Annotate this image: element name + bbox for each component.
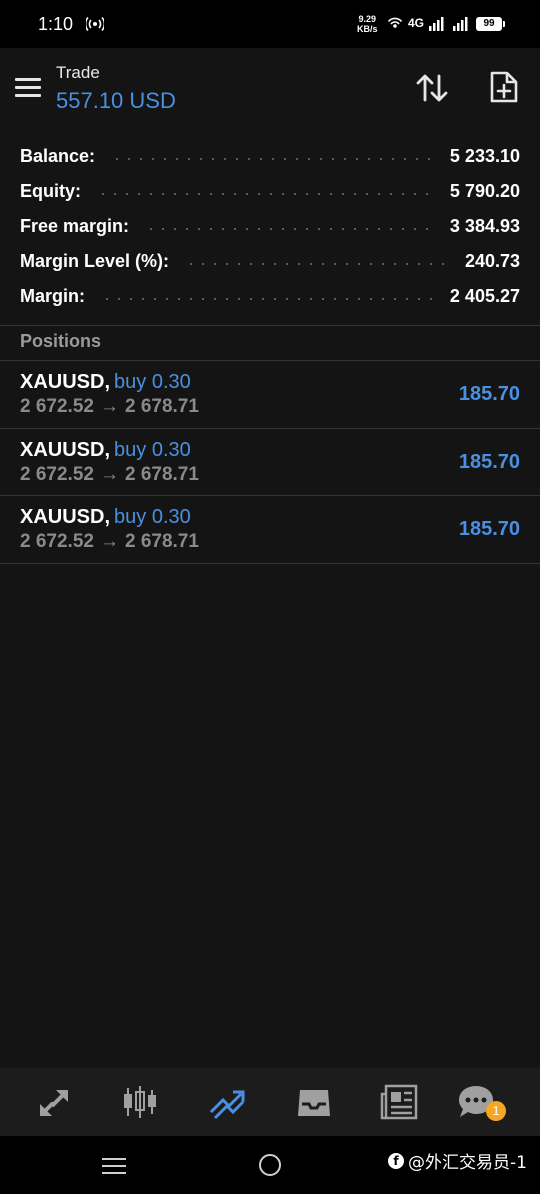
signal-icon-2	[453, 17, 468, 31]
sort-icon[interactable]	[414, 72, 450, 104]
battery-icon: 99	[476, 17, 505, 31]
dot-leader	[145, 228, 434, 230]
position-symbol: XAUUSD,	[20, 371, 111, 393]
summary-row-equity: Equity: 5 790.20	[20, 176, 520, 206]
summary-label: Margin:	[20, 285, 85, 306]
speed-unit: KB/s	[357, 24, 378, 34]
watermark-text: @外汇交易员-1	[408, 1153, 527, 1173]
summary-row-margin: Margin: 2 405.27	[20, 281, 520, 311]
positions-title: Positions	[20, 331, 102, 351]
summary-value: 240.73	[464, 250, 520, 271]
current-price: 2 678.71	[124, 464, 199, 485]
open-price: 2 672.52	[20, 396, 94, 417]
quotes-icon[interactable]	[34, 1082, 74, 1122]
summary-label: Balance:	[20, 145, 96, 166]
open-price: 2 672.52	[20, 531, 94, 552]
status-time: 1:10	[38, 14, 74, 34]
divider	[0, 325, 540, 326]
app-header: Trade 557.10 USD	[0, 48, 540, 128]
position-header: XAUUSD, buy 0.30	[20, 371, 191, 394]
position-prices: 2 672.52 → 2 678.71	[20, 396, 199, 418]
current-price: 2 678.71	[124, 396, 199, 417]
price-arrow: →	[99, 396, 119, 417]
position-profit: 185.70	[458, 518, 520, 540]
position-prices: 2 672.52 → 2 678.71	[20, 531, 199, 553]
price-arrow: →	[99, 464, 119, 485]
divider	[0, 563, 540, 564]
system-nav-bar: f @外汇交易员-1	[0, 1136, 540, 1194]
dot-leader	[101, 298, 434, 300]
menu-icon[interactable]	[15, 78, 41, 98]
position-header: XAUUSD, buy 0.30	[20, 439, 191, 462]
position-side: buy 0.30	[114, 371, 191, 393]
position-row[interactable]: XAUUSD, buy 0.30 2 672.52 → 2 678.71 185.70	[0, 496, 540, 563]
trade-icon[interactable]	[207, 1082, 247, 1122]
summary-value: 2 405.27	[449, 285, 520, 306]
position-side: buy 0.30	[114, 506, 191, 528]
summary-label: Equity:	[20, 180, 81, 201]
summary-row-margin-level: Margin Level (%): 240.73	[20, 246, 520, 276]
price-arrow: →	[99, 531, 119, 552]
current-price: 2 678.71	[124, 531, 199, 552]
position-symbol: XAUUSD,	[20, 506, 111, 528]
summary-row-balance: Balance: 5 233.10	[20, 141, 520, 171]
page-title: Trade	[56, 63, 100, 82]
dot-leader	[185, 263, 449, 265]
position-profit: 185.70	[458, 383, 520, 405]
wifi-icon	[387, 17, 403, 28]
summary-value: 5 790.20	[449, 180, 520, 201]
hotspot-icon	[86, 16, 104, 32]
position-header: XAUUSD, buy 0.30	[20, 506, 191, 529]
position-profit: 185.70	[458, 451, 520, 473]
news-icon[interactable]	[380, 1082, 420, 1122]
speed-value: 9.29	[358, 14, 377, 24]
position-prices: 2 672.52 → 2 678.71	[20, 464, 199, 486]
chart-icon[interactable]	[120, 1082, 160, 1122]
position-row[interactable]: XAUUSD, buy 0.30 2 672.52 → 2 678.71 185.70	[0, 429, 540, 496]
header-balance: 557.10 USD	[56, 88, 176, 113]
facebook-icon: f	[388, 1153, 404, 1169]
summary-label: Free margin:	[20, 215, 130, 236]
summary-row-free-margin: Free margin: 3 384.93	[20, 211, 520, 241]
position-symbol: XAUUSD,	[20, 439, 111, 461]
watermark: f @外汇交易员-1	[388, 1148, 527, 1173]
position-side: buy 0.30	[114, 439, 191, 461]
chat-badge: 1	[486, 1101, 506, 1121]
new-order-icon[interactable]	[488, 70, 520, 104]
summary-value: 3 384.93	[449, 215, 520, 236]
network-speed: 9.29 KB/s	[357, 14, 378, 34]
recents-icon[interactable]	[102, 1158, 126, 1179]
home-icon[interactable]	[259, 1154, 281, 1176]
summary-label: Margin Level (%):	[20, 250, 170, 271]
summary-value: 5 233.10	[449, 145, 520, 166]
history-icon[interactable]	[294, 1082, 334, 1122]
network-type: 4G	[408, 16, 425, 30]
signal-icon	[429, 17, 444, 31]
status-bar: 1:10 9.29 KB/s 4G 99	[0, 0, 540, 48]
bottom-nav	[0, 1068, 540, 1136]
dot-leader	[111, 158, 434, 160]
dot-leader	[97, 193, 434, 195]
position-row[interactable]: XAUUSD, buy 0.30 2 672.52 → 2 678.71 185.70	[0, 361, 540, 428]
open-price: 2 672.52	[20, 464, 94, 485]
